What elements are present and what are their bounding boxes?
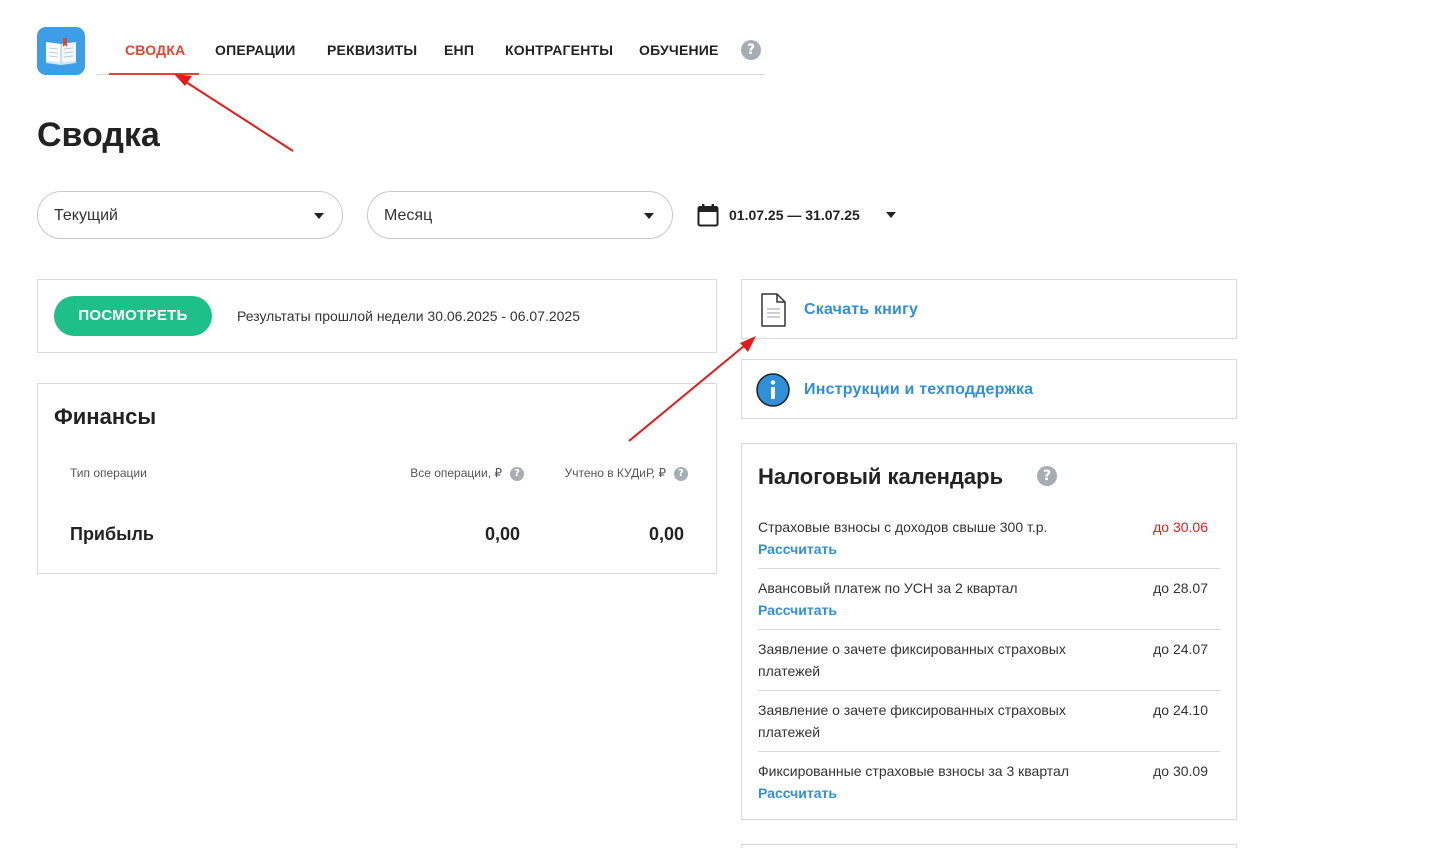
tab-enp[interactable]: ЕНП xyxy=(444,42,474,58)
page-title: Сводка xyxy=(37,116,160,154)
period-type-select[interactable]: Текущий xyxy=(37,191,343,239)
tax-calendar-title: Налоговый календарь xyxy=(758,464,1004,489)
annotation-arrow xyxy=(185,81,294,152)
period-unit-select[interactable]: Месяц xyxy=(367,191,673,239)
weekly-results-text: Результаты прошлой недели 30.06.2025 - 0… xyxy=(237,308,580,324)
date-range-picker[interactable]: 01.07.25 — 31.07.25 xyxy=(697,203,902,227)
next-card-edge xyxy=(741,844,1237,848)
tax-item: Заявление о зачете фиксированных страхов… xyxy=(758,638,1220,691)
period-type-value: Текущий xyxy=(54,207,118,224)
column-header-kudir: Учтено в КУДиР, ₽ xyxy=(564,466,666,480)
tax-item-name: Заявление о зачете фиксированных страхов… xyxy=(758,702,1066,740)
tab-operations[interactable]: ОПЕРАЦИИ xyxy=(215,42,295,58)
tax-item-deadline: до 24.10 xyxy=(1153,702,1208,718)
finance-row-all-value: 0,00 xyxy=(484,524,520,544)
column-header-all: Все операции, ₽ xyxy=(410,466,502,480)
tax-item-name: Страховые взносы с доходов свыше 300 т.р… xyxy=(758,519,1048,535)
finance-title: Финансы xyxy=(54,404,157,429)
tax-item: Страховые взносы с доходов свыше 300 т.р… xyxy=(758,516,1220,569)
info-icon xyxy=(756,373,790,407)
active-tab-indicator xyxy=(109,73,199,75)
finance-row-kudir-value: 0,00 xyxy=(648,524,684,544)
calendar-icon xyxy=(697,204,719,227)
question-circle-icon[interactable]: ? xyxy=(741,40,761,60)
instructions-card[interactable]: Инструкции и техподдержка xyxy=(741,359,1237,419)
app-logo[interactable] xyxy=(37,27,85,75)
tax-item: Авансовый платеж по УСН за 2 квартал до … xyxy=(758,577,1220,630)
question-circle-icon[interactable]: ? xyxy=(510,467,524,481)
tax-item-name: Фиксированные страховые взносы за 3 квар… xyxy=(758,763,1070,779)
date-range-value: 01.07.25 — 31.07.25 xyxy=(729,207,860,223)
tax-item-deadline: до 30.06 xyxy=(1153,519,1208,535)
caret-down-icon xyxy=(886,212,896,218)
calculate-link[interactable]: Рассчитать xyxy=(758,599,837,621)
caret-down-icon xyxy=(644,213,654,219)
download-book-card[interactable]: Скачать книгу xyxy=(741,279,1237,339)
tab-svodka[interactable]: СВОДКА xyxy=(125,42,185,58)
download-book-link[interactable]: Скачать книгу xyxy=(804,301,918,319)
tax-calendar-card: Налоговый календарь ? Страховые взносы с… xyxy=(741,443,1237,820)
tab-education[interactable]: ОБУЧЕНИЕ xyxy=(639,42,719,58)
open-book-icon xyxy=(46,38,76,65)
top-navigation: СВОДКА ОПЕРАЦИИ РЕКВИЗИТЫ ЕНП КОНТРАГЕНТ… xyxy=(96,28,764,75)
period-unit-value: Месяц xyxy=(384,207,433,224)
tab-requisites[interactable]: РЕКВИЗИТЫ xyxy=(327,42,417,58)
tax-item-name: Авансовый платеж по УСН за 2 квартал xyxy=(758,580,1018,596)
calculate-link[interactable]: Рассчитать xyxy=(758,538,837,560)
arrow-head-icon xyxy=(174,74,192,86)
weekly-results-card: ПОСМОТРЕТЬ Результаты прошлой недели 30.… xyxy=(37,279,717,353)
question-circle-icon[interactable]: ? xyxy=(674,467,688,481)
tax-item-name: Заявление о зачете фиксированных страхов… xyxy=(758,641,1066,679)
tax-item-deadline: до 30.09 xyxy=(1153,763,1208,779)
calculate-link[interactable]: Рассчитать xyxy=(758,782,837,804)
column-header-type: Тип операции xyxy=(70,466,147,480)
caret-down-icon xyxy=(314,213,324,219)
tax-item: Фиксированные страховые взносы за 3 квар… xyxy=(758,760,1220,813)
document-icon xyxy=(761,293,786,327)
instructions-link[interactable]: Инструкции и техподдержка xyxy=(804,381,1033,399)
view-button[interactable]: ПОСМОТРЕТЬ xyxy=(54,296,212,336)
finance-card: Финансы Тип операции Все операции, ₽ ? У… xyxy=(37,383,717,574)
question-circle-icon[interactable]: ? xyxy=(1037,466,1057,486)
tax-item-deadline: до 28.07 xyxy=(1153,580,1208,596)
finance-row-label: Прибыль xyxy=(70,524,154,544)
tax-item: Заявление о зачете фиксированных страхов… xyxy=(758,699,1220,752)
tab-counterparties[interactable]: КОНТРАГЕНТЫ xyxy=(505,42,613,58)
tax-item-deadline: до 24.07 xyxy=(1153,641,1208,657)
